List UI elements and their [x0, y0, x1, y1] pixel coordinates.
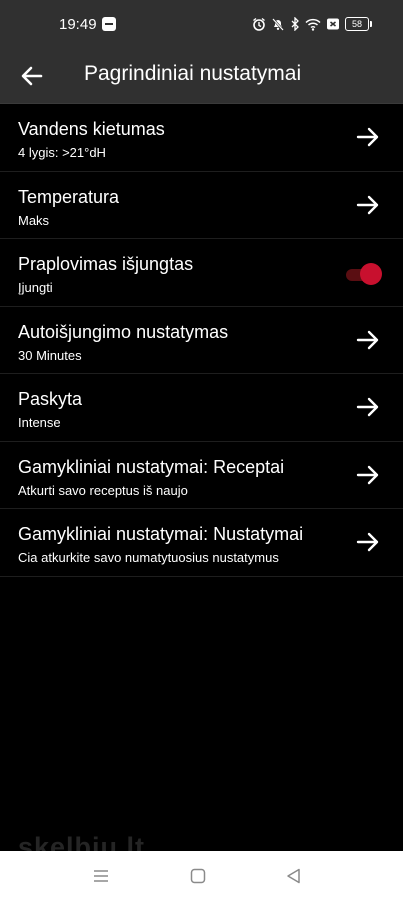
arrow-right-icon[interactable]: [355, 394, 381, 420]
setting-value: Intense: [18, 415, 61, 430]
app-bar: Pagrindiniai nustatymai: [0, 48, 403, 104]
status-time: 19:49: [59, 16, 97, 33]
setting-temperature[interactable]: Temperatura Maks: [0, 172, 403, 239]
setting-title: Temperatura: [18, 186, 120, 207]
menu-icon[interactable]: [92, 867, 110, 885]
status-icons: 58: [252, 15, 372, 33]
status-bar: 19:49 58: [0, 0, 403, 48]
setting-value: Maks: [18, 212, 50, 228]
home-square-icon[interactable]: [189, 867, 207, 885]
setting-rinse[interactable]: Praplovimas išjungtas Įjungti: [0, 239, 403, 307]
setting-value: 4 lygis: >21°dH: [18, 145, 106, 160]
setting-intensity[interactable]: Paskyta Intense: [0, 374, 403, 442]
wifi-icon: [305, 18, 321, 31]
setting-title: Gamykliniai nustatymai: Receptai: [18, 456, 285, 477]
rinse-toggle[interactable]: [344, 263, 382, 285]
setting-title: Autoišjungimo nustatymas: [18, 321, 229, 342]
arrow-right-icon[interactable]: [355, 462, 381, 488]
alarm-icon: [253, 17, 265, 31]
toggle-thumb: [360, 263, 382, 285]
mute-bell-icon: [272, 18, 284, 31]
setting-factory-reset-recipes[interactable]: Gamykliniai nustatymai: Receptai Atkurti…: [0, 442, 403, 509]
arrow-right-icon[interactable]: [355, 192, 381, 218]
setting-value: Cia atkurkite savo numatytuosius nustaty…: [18, 550, 279, 565]
back-arrow-icon[interactable]: [18, 62, 46, 90]
arrow-right-icon[interactable]: [355, 529, 381, 555]
system-nav-bar: [0, 851, 403, 900]
sim-blocked-icon: [327, 18, 339, 30]
arrow-right-icon[interactable]: [355, 124, 381, 150]
setting-value: 30 Minutes: [18, 347, 82, 363]
bluetooth-icon: [291, 17, 299, 31]
setting-title: Gamykliniai nustatymai: Nustatymai: [18, 524, 304, 544]
setting-water-hardness[interactable]: Vandens kietumas 4 lygis: >21°dH: [0, 104, 403, 172]
setting-value: Įjungti: [18, 280, 53, 295]
notification-app-icon: [102, 17, 116, 31]
battery-icon: 58: [345, 17, 372, 31]
arrow-right-icon[interactable]: [355, 327, 381, 353]
setting-title: Vandens kietumas: [18, 119, 165, 139]
back-triangle-icon[interactable]: [285, 867, 303, 885]
setting-value: Atkurti savo receptus iš naujo: [18, 482, 188, 498]
settings-list: Vandens kietumas 4 lygis: >21°dH Tempera…: [0, 104, 403, 577]
setting-factory-reset-settings[interactable]: Gamykliniai nustatymai: Nustatymai Cia a…: [0, 509, 403, 577]
page-title: Pagrindiniai nustatymai: [84, 62, 302, 85]
setting-title: Paskyta: [18, 389, 83, 409]
setting-title: Praplovimas išjungtas: [18, 254, 194, 274]
setting-auto-off[interactable]: Autoišjungimo nustatymas 30 Minutes: [0, 307, 403, 374]
